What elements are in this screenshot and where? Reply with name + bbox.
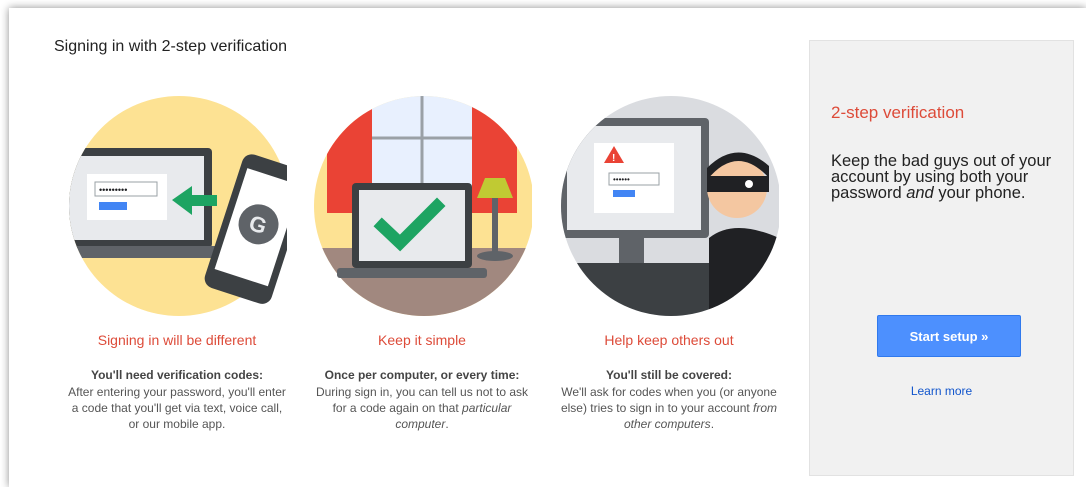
column-title: Help keep others out: [604, 332, 734, 348]
column-title: Keep it simple: [378, 332, 466, 348]
password-mask-text: ••••••: [613, 175, 630, 184]
password-mask-text: •••••••••: [99, 185, 127, 195]
feature-column-simple: Keep it simple Once per computer, or eve…: [307, 88, 537, 432]
column-subtitle: Once per computer, or every time:: [324, 368, 520, 382]
laptop-phone-illustration: ••••••••• G: [69, 96, 287, 316]
page-title: Signing in with 2-step verification: [54, 38, 288, 55]
thief-icon: [707, 152, 779, 316]
column-description: During sign in, you can tell us not to a…: [315, 385, 529, 431]
feature-column-others: ! •••••• Help keep others out You'll sti…: [554, 88, 784, 432]
column-subtitle: You'll still be covered:: [606, 368, 732, 382]
start-setup-button[interactable]: Start setup »: [877, 315, 1021, 357]
page-frame: Signing in with 2-step verification ••••…: [9, 8, 1086, 487]
setup-side-panel: 2-step verification Keep the bad guys ou…: [809, 40, 1074, 476]
side-panel-title: 2-step verification: [831, 103, 965, 122]
feature-column-different: ••••••••• G Signing in will be different…: [62, 88, 292, 432]
laptop-window-illustration: [314, 96, 532, 316]
column-subtitle: You'll need verification codes:: [90, 368, 263, 382]
column-description: We'll ask for codes when you (or anyone …: [560, 385, 778, 431]
svg-text:!: !: [612, 153, 615, 164]
learn-more-link[interactable]: Learn more: [810, 384, 1073, 398]
side-panel-description: Keep the bad guys out of your account by…: [831, 152, 1052, 202]
column-description: After entering your password, you'll ent…: [68, 385, 286, 431]
column-title: Signing in will be different: [97, 332, 257, 348]
thief-monitor-illustration: ! ••••••: [561, 96, 779, 316]
